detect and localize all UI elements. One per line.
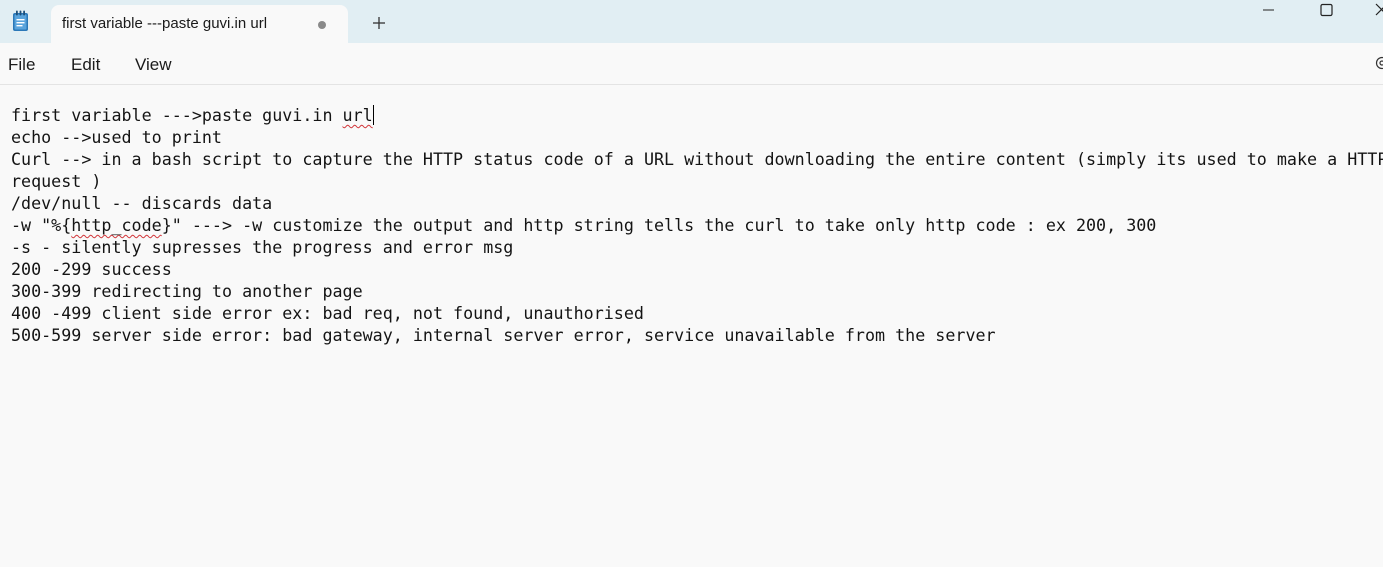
line-text: }" ---> -w customize the output and http… <box>161 215 1157 235</box>
editor-line: 300-399 redirecting to another page <box>11 281 363 301</box>
editor-line: 200 -299 success <box>11 259 172 279</box>
maximize-button[interactable] <box>1303 0 1349 24</box>
menu-bar: File Edit View <box>0 43 1383 85</box>
spellcheck-word[interactable]: http_code <box>71 215 161 235</box>
menu-view[interactable]: View <box>135 55 172 75</box>
editor-line: request ) <box>11 171 102 191</box>
tab-title: first variable ---paste guvi.in url <box>62 15 268 32</box>
editor-line: /dev/null -- discards data <box>11 193 273 213</box>
text-cursor <box>372 105 374 125</box>
text-editor[interactable]: first variable --->paste guvi.in url ech… <box>0 85 1383 567</box>
line-text: -w "%{ <box>11 215 72 235</box>
line-text: first variable --->paste guvi.in <box>11 105 343 125</box>
editor-line: 500-599 server side error: bad gateway, … <box>11 325 996 345</box>
notepad-window: first variable ---paste guvi.in url File… <box>0 0 1383 567</box>
editor-line: 400 -499 client side error ex: bad req, … <box>11 303 644 323</box>
editor-line: first variable --->paste guvi.in url <box>11 104 374 126</box>
tab-document[interactable]: first variable ---paste guvi.in url <box>51 5 348 43</box>
gear-icon[interactable] <box>1374 55 1383 71</box>
title-bar: first variable ---paste guvi.in url <box>0 0 1383 43</box>
spellcheck-word[interactable]: url <box>343 105 373 125</box>
unsaved-dot-icon[interactable] <box>318 21 326 29</box>
close-button[interactable] <box>1361 0 1383 24</box>
editor-line: -s - silently supresses the progress and… <box>11 237 514 257</box>
editor-line: -w "%{http_code}" ---> -w customize the … <box>11 214 1156 236</box>
minimize-button[interactable] <box>1245 0 1291 24</box>
notepad-icon <box>11 10 30 32</box>
editor-line: echo -->used to print <box>11 127 222 147</box>
plus-icon[interactable] <box>369 13 389 33</box>
menu-file[interactable]: File <box>8 55 35 75</box>
menu-edit[interactable]: Edit <box>71 55 100 75</box>
editor-line: Curl --> in a bash script to capture the… <box>11 149 1383 169</box>
